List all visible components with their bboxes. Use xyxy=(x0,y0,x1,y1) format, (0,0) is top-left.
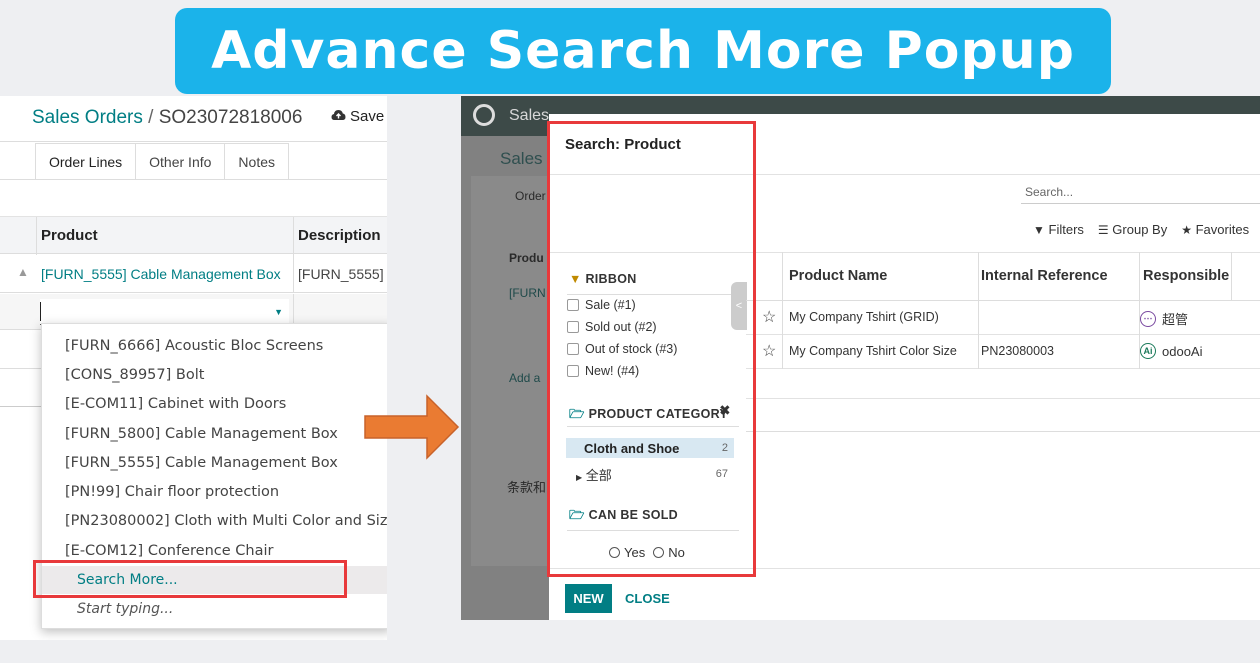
backdrop-cell: [FURN xyxy=(509,286,546,300)
backdrop-tab: Order xyxy=(515,189,546,203)
avatar: ⋯ xyxy=(1140,310,1156,327)
drag-handle-icon[interactable]: ▲ xyxy=(17,265,29,279)
order-line-row[interactable]: ▲ [FURN_5555] Cable Management Box [FURN… xyxy=(0,255,387,293)
column-description[interactable]: Description xyxy=(298,227,381,244)
breadcrumb: Sales Orders / SO23072818006 xyxy=(32,107,302,129)
tab-divider xyxy=(0,179,387,180)
sales-order-form: Sales Orders / SO23072818006 Save Order … xyxy=(0,96,387,640)
order-line-description[interactable]: [FURN_5555] xyxy=(298,266,384,282)
banner-title: Advance Search More Popup xyxy=(211,21,1075,81)
backdrop-column: Produ xyxy=(509,251,544,265)
product-row[interactable]: ☆ My Company Tshirt (GRID) ⋯ 超管 xyxy=(746,301,1260,335)
dropdown-item[interactable]: [E-COM12] Conference Chair xyxy=(65,543,273,559)
cloud-upload-icon xyxy=(331,108,346,125)
save-button[interactable]: Save xyxy=(331,108,384,125)
caret-down-icon[interactable]: ▼ xyxy=(274,307,283,317)
column-divider xyxy=(978,252,979,301)
responsible-cell: Ai odooAi xyxy=(1140,343,1202,359)
search-toolbar: ▼ Filters ☰ Group By ★ Favorites xyxy=(1033,222,1249,237)
search-panel-highlight-box xyxy=(547,121,756,577)
filters-button[interactable]: ▼ Filters xyxy=(1033,222,1084,237)
arrow-right-icon xyxy=(364,394,460,465)
divider xyxy=(746,431,1260,432)
column-divider xyxy=(782,335,783,369)
column-divider xyxy=(782,252,783,301)
dropdown-item[interactable]: [CONS_89957] Bolt xyxy=(65,367,204,383)
filter-icon: ▼ xyxy=(1033,223,1045,237)
dropdown-item[interactable]: [FURN_6666] Acoustic Bloc Screens xyxy=(65,338,323,354)
title-banner: Advance Search More Popup xyxy=(175,8,1111,94)
breadcrumb-separator: / xyxy=(148,107,154,128)
column-divider xyxy=(293,255,294,293)
backdrop-title: Sales xyxy=(500,149,543,168)
product-input[interactable]: ▼ xyxy=(40,299,289,325)
column-divider xyxy=(782,301,783,335)
star-outline-icon[interactable]: ☆ xyxy=(762,307,776,327)
product-row[interactable]: ☆ My Company Tshirt Color Size PN2308000… xyxy=(746,335,1260,369)
tab-other-info[interactable]: Other Info xyxy=(135,143,226,180)
column-divider xyxy=(293,217,294,255)
star-outline-icon[interactable]: ☆ xyxy=(762,341,776,361)
start-typing-hint: Start typing... xyxy=(77,601,174,617)
form-header: Sales Orders / SO23072818006 Save xyxy=(0,96,387,142)
breadcrumb-current: SO23072818006 xyxy=(158,107,303,128)
product-list-header: Product Name Internal Reference Responsi… xyxy=(746,252,1260,301)
column-divider xyxy=(1139,252,1140,301)
favorites-button[interactable]: ★ Favorites xyxy=(1181,222,1249,237)
column-internal-reference[interactable]: Internal Reference xyxy=(981,268,1108,284)
product-name-cell: My Company Tshirt (GRID) xyxy=(789,310,939,324)
dropdown-item[interactable]: [PN23080002] Cloth with Multi Color and … xyxy=(65,513,387,529)
text-caret xyxy=(40,302,41,321)
nav-app-name[interactable]: Sales xyxy=(509,107,549,125)
breadcrumb-parent[interactable]: Sales Orders xyxy=(32,107,143,128)
close-button[interactable]: CLOSE xyxy=(625,591,670,606)
order-lines-header: Product Description xyxy=(0,216,387,255)
column-responsible[interactable]: Responsible xyxy=(1143,268,1229,284)
new-button[interactable]: NEW xyxy=(565,584,612,613)
dropdown-item[interactable]: [PN!99] Chair floor protection xyxy=(65,484,279,500)
divider xyxy=(746,398,1260,399)
column-divider xyxy=(978,301,979,335)
search-more-highlight-box xyxy=(33,560,347,598)
tab-notes[interactable]: Notes xyxy=(224,143,289,180)
save-label: Save xyxy=(350,108,385,125)
column-divider xyxy=(1231,252,1232,301)
column-product[interactable]: Product xyxy=(41,227,98,244)
search-input[interactable]: Search... xyxy=(1021,182,1260,204)
column-divider xyxy=(978,335,979,369)
tab-order-lines[interactable]: Order Lines xyxy=(35,143,137,180)
backdrop-terms: 条款和 xyxy=(507,480,547,495)
column-divider xyxy=(36,217,37,255)
order-line-product[interactable]: [FURN_5555] Cable Management Box xyxy=(41,266,281,282)
responsible-cell: ⋯ 超管 xyxy=(1140,309,1188,328)
avatar: Ai xyxy=(1140,343,1156,359)
group-by-button[interactable]: ☰ Group By xyxy=(1098,222,1167,237)
internal-reference-cell: PN23080003 xyxy=(981,344,1054,358)
product-name-cell: My Company Tshirt Color Size xyxy=(789,344,957,358)
layers-icon: ☰ xyxy=(1097,223,1109,237)
column-product-name[interactable]: Product Name xyxy=(789,268,887,284)
odoo-logo-icon[interactable] xyxy=(473,104,495,126)
dropdown-item[interactable]: [E-COM11] Cabinet with Doors xyxy=(65,396,286,412)
star-icon: ★ xyxy=(1181,223,1192,237)
form-tabs: Order Lines Other Info Notes xyxy=(35,143,289,180)
dropdown-item[interactable]: [FURN_5555] Cable Management Box xyxy=(65,455,338,471)
dropdown-item[interactable]: [FURN_5800] Cable Management Box xyxy=(65,426,338,442)
backdrop-add-line: Add a xyxy=(509,371,541,385)
